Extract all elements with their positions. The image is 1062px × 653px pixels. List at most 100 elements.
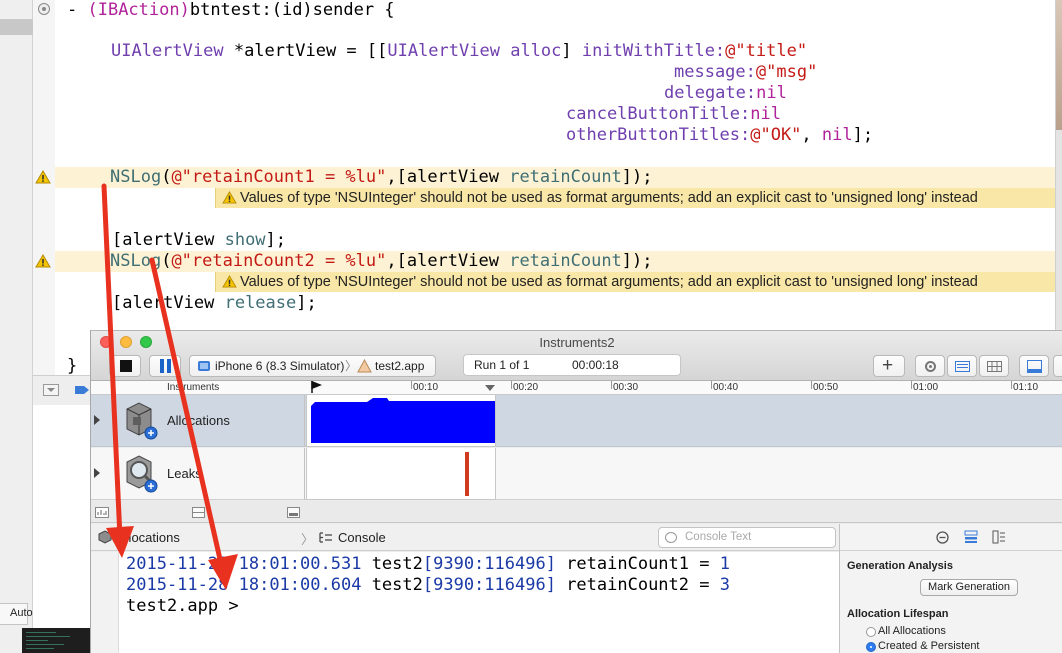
ruler-tick	[811, 381, 812, 389]
code-line-release: [alertView release];	[112, 293, 317, 313]
code-line-show: [alertView show];	[112, 230, 287, 250]
grid-view-icon	[987, 361, 1002, 372]
generation-analysis-heading: Generation Analysis	[847, 560, 953, 572]
graph-settings-icon[interactable]	[95, 507, 109, 518]
warning-message[interactable]: Values of type 'NSUInteger' should not b…	[215, 272, 1055, 292]
code-line-message: message:@"msg"	[674, 62, 818, 82]
add-instrument-button[interactable]: +	[873, 355, 905, 377]
elapsed-time: 00:00:18	[572, 358, 619, 372]
app-icon	[357, 359, 372, 373]
plus-icon: +	[882, 355, 894, 376]
allocation-lifespan-heading: Allocation Lifespan	[847, 608, 949, 620]
allocations-mini-icon	[98, 530, 112, 544]
console-gutter	[91, 552, 119, 653]
instruments-column-header: Instruments	[167, 382, 220, 393]
track-label: Allocations	[167, 413, 230, 428]
instruments-toolbar: Instruments2 iPhone 6 (8.3 Simulator) 〉 …	[91, 331, 1062, 381]
console-search-placeholder: Console Text	[685, 531, 752, 543]
leaks-graph[interactable]	[306, 448, 496, 500]
track-label: Leaks	[167, 466, 202, 481]
terminal-thumbnail	[22, 628, 90, 653]
allocations-graph-shape	[311, 398, 495, 443]
warning-icon[interactable]	[35, 254, 51, 268]
console-prompt[interactable]: test2.app >	[126, 596, 239, 617]
inspection-range-handle-icon[interactable]	[484, 384, 496, 392]
inspector-pane: Generation Analysis Mark Generation Allo…	[839, 524, 1062, 653]
bottom-panel-icon	[1027, 360, 1042, 373]
code-line-method: - (IBAction)btntest:(id)sender {	[67, 0, 395, 20]
display-settings-tab-icon[interactable]	[964, 530, 978, 544]
warning-icon[interactable]	[35, 170, 51, 184]
track-leaks[interactable]: Leaks	[91, 448, 1062, 500]
breadcrumb-allocations[interactable]: Allocations	[117, 530, 180, 545]
extended-detail-tab-icon[interactable]	[992, 530, 1006, 544]
navigator-sidebar: Auto	[0, 0, 33, 653]
ruler-tick-label: 00:30	[613, 382, 639, 393]
playhead-flag-icon[interactable]	[310, 380, 324, 394]
console-log-line: 2015-11-28 18:01:00.604 test2[9390:11649…	[126, 575, 730, 595]
console-output[interactable]: 2015-11-28 18:01:00.531 test2[9390:11649…	[119, 552, 839, 653]
path-separator-icon: 〉	[345, 359, 358, 373]
search-icon	[665, 532, 677, 543]
disclosure-triangle-icon[interactable]	[94, 415, 100, 425]
track-filter-bar	[91, 501, 1062, 523]
leak-marker[interactable]	[465, 452, 469, 496]
code-line-alloc: UIAlertView *alertView = [[UIAlertView a…	[111, 41, 808, 61]
debug-area-bar	[33, 375, 93, 405]
created-persistent-radio[interactable]	[866, 642, 876, 652]
code-line-closing-brace: }	[67, 356, 78, 376]
editor-scroll-edge	[1055, 0, 1062, 330]
code-line-other: otherButtonTitles:@"OK", nil];	[566, 125, 874, 145]
toggle-detail-pane-button[interactable]	[1019, 355, 1049, 377]
timeline-ruler[interactable]: Instruments 00:10 00:20 00:30 00:40 00:50 01:…	[91, 381, 1062, 395]
run-label: Run 1 of 1	[474, 358, 530, 372]
ruler-tick	[911, 381, 912, 389]
ruler-tick	[1011, 381, 1012, 389]
breakpoint-marker-icon[interactable]	[38, 3, 50, 15]
ruler-tick-label: 00:50	[813, 382, 839, 393]
breadcrumb-console[interactable]: Console	[338, 530, 386, 545]
warning-text: Values of type 'NSUInteger' should not b…	[240, 274, 978, 290]
console-log-line: 2015-11-28 18:01:00.531 test2[9390:11649…	[126, 554, 730, 574]
hide-debug-area-icon[interactable]	[43, 384, 59, 396]
console-mode-icon	[319, 532, 332, 543]
track-header[interactable]: Leaks	[91, 448, 305, 500]
console-search-input[interactable]: Console Text	[658, 527, 836, 548]
created-persistent-label: Created & Persistent	[878, 640, 980, 652]
warning-message[interactable]: Values of type 'NSUInteger' should not b…	[215, 188, 1055, 208]
toggle-inspector-button[interactable]	[1053, 355, 1062, 377]
view-list-button[interactable]	[947, 355, 977, 377]
window-title: Instruments2	[539, 335, 615, 350]
warning-icon	[222, 275, 237, 288]
run-status-display: Run 1 of 1 00:00:18	[463, 354, 681, 376]
background-window-photo	[1056, 0, 1062, 130]
stop-icon	[120, 360, 132, 372]
mark-generation-button[interactable]: Mark Generation	[920, 579, 1018, 596]
pause-icon	[160, 359, 172, 373]
snap-track-icon[interactable]	[287, 507, 300, 518]
allocations-graph[interactable]	[306, 395, 496, 447]
warning-text: Values of type 'NSUInteger' should not b…	[240, 190, 978, 206]
path-separator-icon: 〉	[301, 532, 315, 547]
ruler-tick	[611, 381, 612, 389]
editor-gutter[interactable]	[33, 0, 55, 375]
simulator-icon	[198, 361, 210, 371]
view-grid-button[interactable]	[979, 355, 1009, 377]
ruler-tick-label: 00:20	[513, 382, 539, 393]
track-allocations[interactable]: Allocations	[91, 395, 1062, 447]
record-settings-tab-icon[interactable]	[936, 531, 949, 544]
disclosure-triangle-icon[interactable]	[94, 468, 100, 478]
inspector-tabs	[840, 524, 1062, 551]
selected-navigator-row[interactable]	[0, 19, 33, 35]
record-settings-button[interactable]	[915, 355, 945, 377]
ruler-tick-label: 01:00	[913, 382, 939, 393]
ruler-tick	[711, 381, 712, 389]
track-header[interactable]: Allocations	[91, 395, 305, 447]
all-allocations-radio[interactable]	[866, 627, 876, 637]
variables-scope-popup[interactable]: Auto	[0, 603, 33, 625]
leaks-icon	[126, 455, 158, 493]
track-options-icon[interactable]	[192, 507, 205, 518]
all-allocations-label: All Allocations	[878, 625, 946, 637]
continue-icon[interactable]	[75, 384, 89, 396]
code-line-nslog-2: NSLog(@"retainCount2 = %lu",[alertView r…	[110, 251, 653, 271]
